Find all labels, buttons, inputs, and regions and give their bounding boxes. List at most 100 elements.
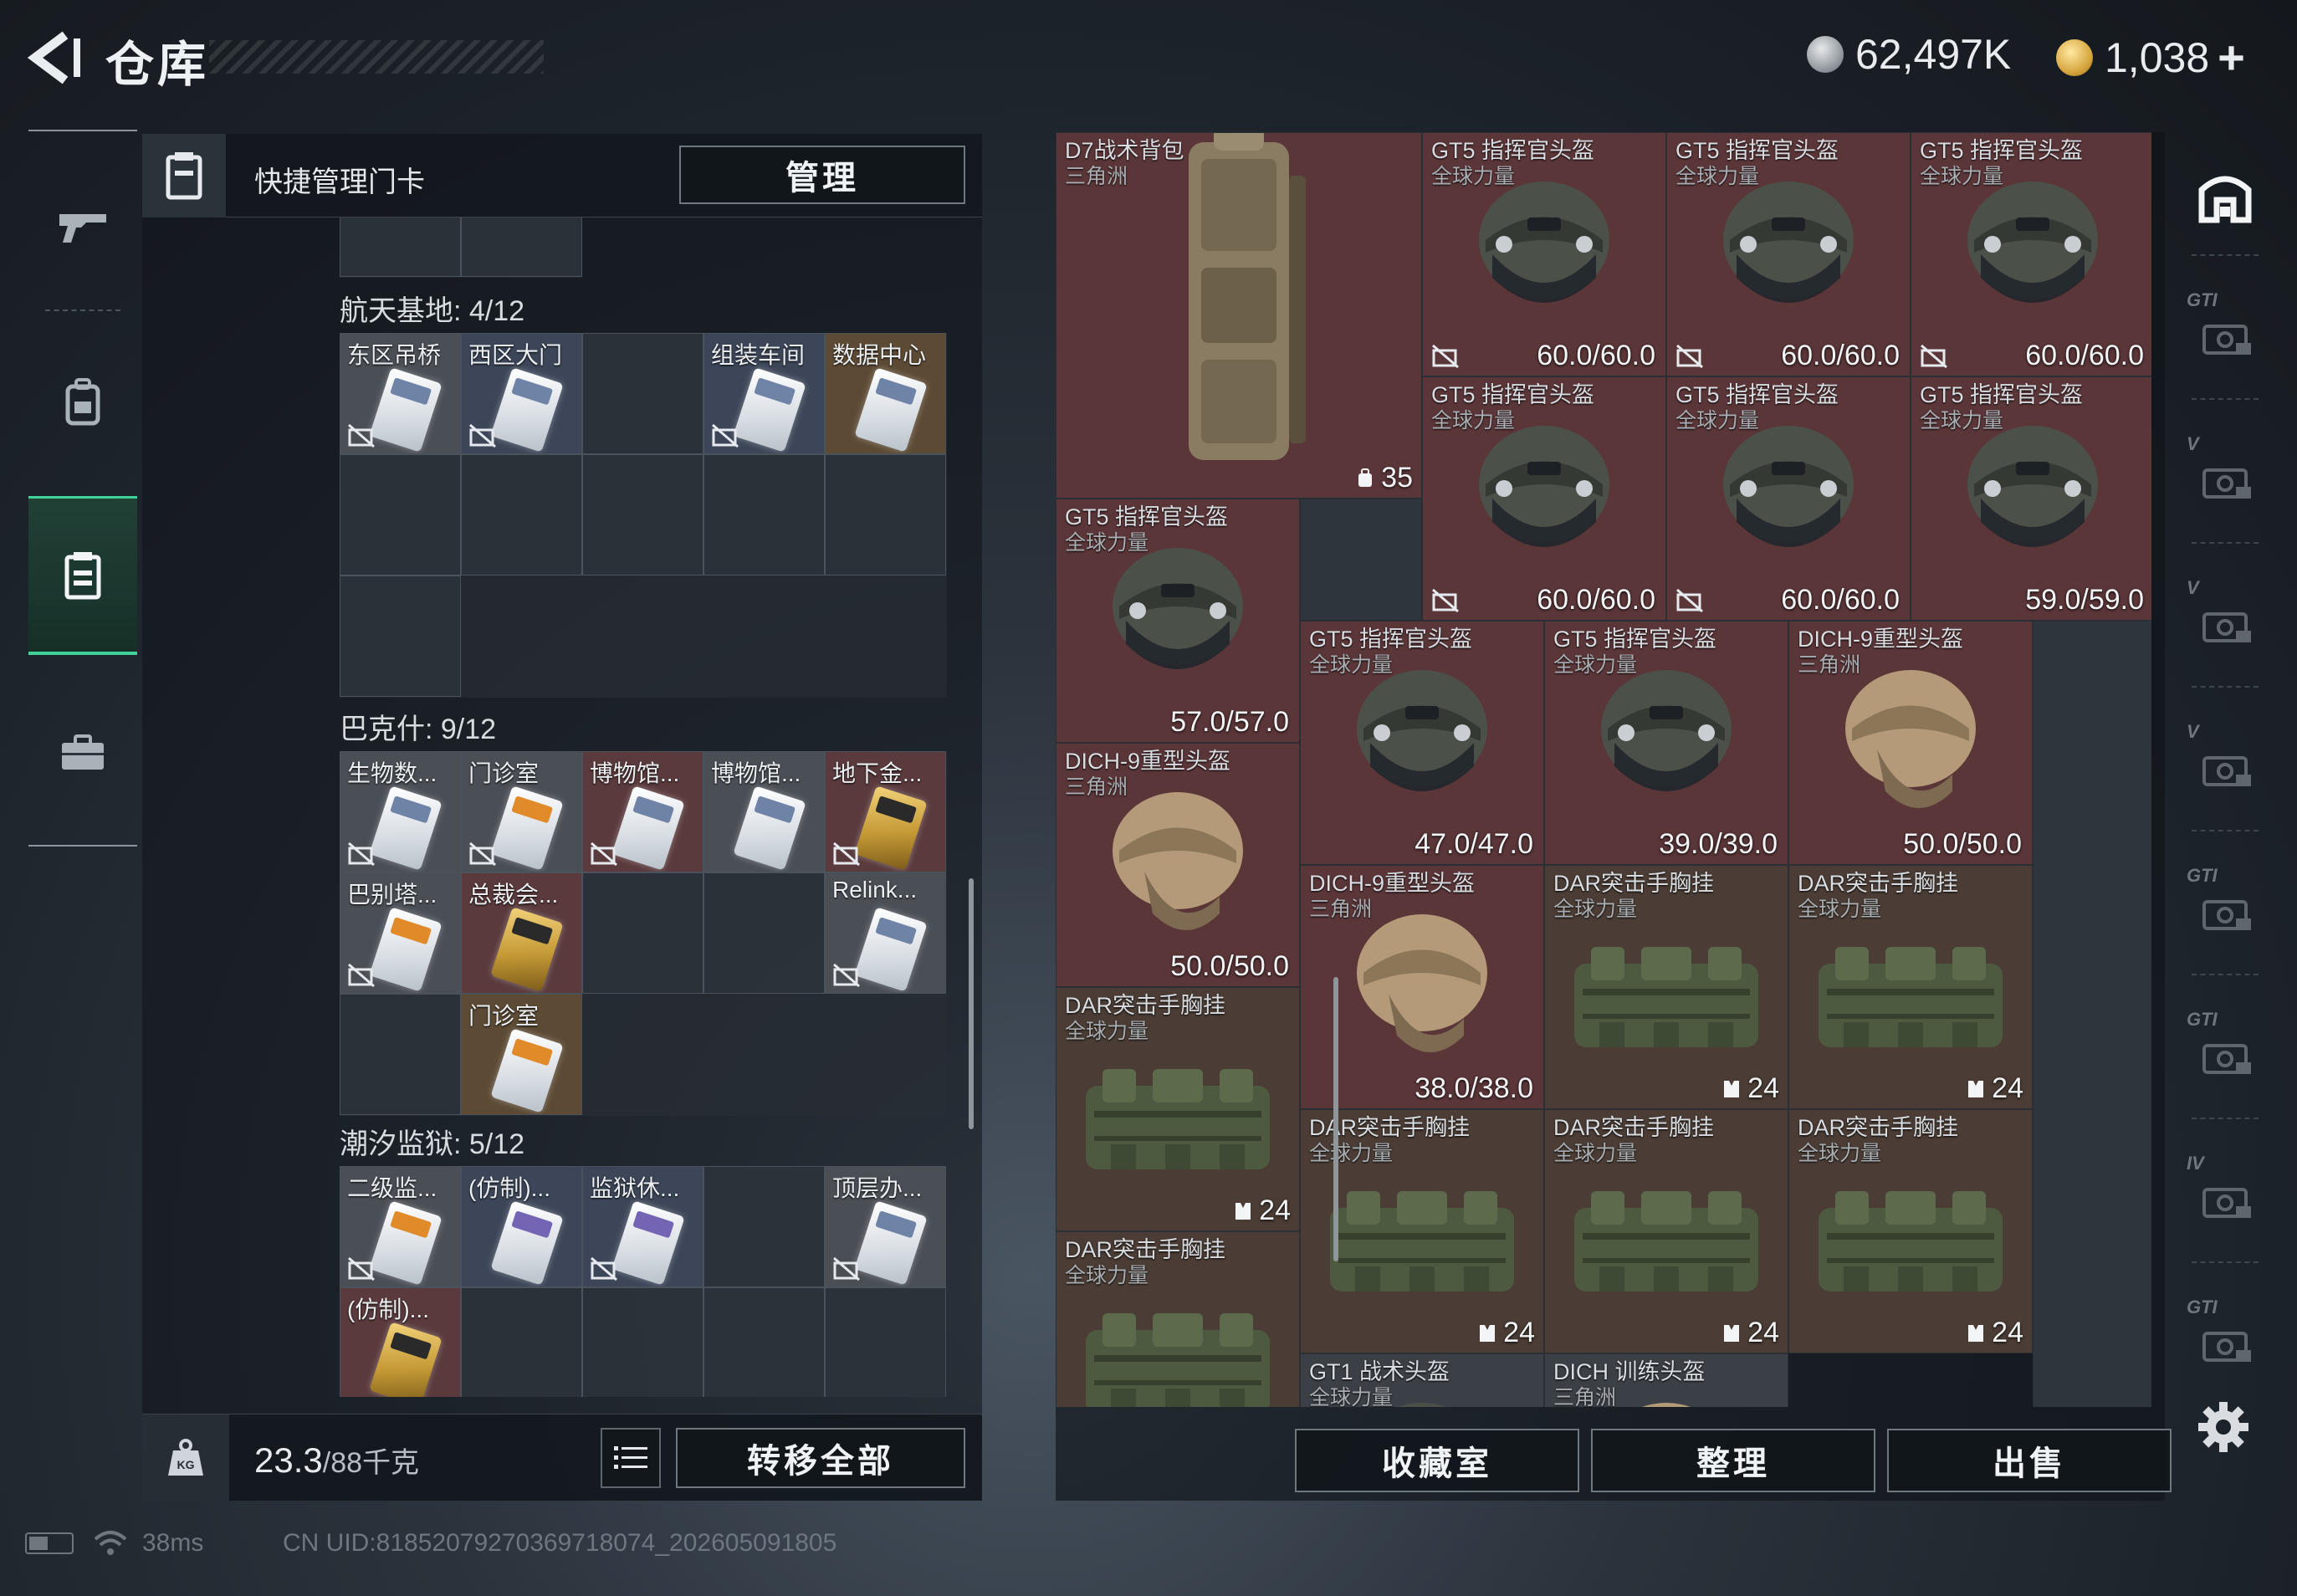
keycard-slot[interactable]: 总裁会...	[461, 872, 582, 994]
item-name: GT5 指挥官头盔 全球力量	[1431, 382, 1594, 434]
chest-rig-image	[1086, 1313, 1270, 1407]
inventory-item-vest[interactable]: DAR突击手胸挂 全球力量 24	[1544, 865, 1788, 1109]
item-name: GT5 指挥官头盔 全球力量	[1920, 382, 2083, 434]
settings-button[interactable]	[2190, 1394, 2257, 1460]
inventory-item-vest[interactable]: DAR突击手胸挂 全球力量 24	[1788, 865, 2033, 1109]
keycard-scrollbar[interactable]	[969, 878, 974, 1129]
filter-category[interactable]: IV	[2183, 1123, 2267, 1248]
weight-readout: 23.3/88千克	[254, 1440, 419, 1481]
inventory-item-helmet[interactable]: GT1 战术头盔 全球力量	[1300, 1353, 1544, 1407]
keycard-slot[interactable]: 西区大门	[461, 333, 582, 454]
item-name: GT5 指挥官头盔 全球力量	[1553, 627, 1716, 678]
filter-tier-label: GTI	[2187, 1009, 2218, 1030]
filter-tier-label: IV	[2187, 1153, 2204, 1174]
keycard-slot-empty	[703, 1166, 825, 1287]
keycard-slot[interactable]: 门诊室	[461, 751, 582, 872]
manage-button[interactable]: 管理	[679, 146, 965, 204]
item-capacity: 24	[1967, 1317, 2023, 1349]
transfer-all-button[interactable]: 转移全部	[676, 1428, 965, 1488]
keycard-slot[interactable]: 数据中心	[825, 333, 946, 454]
filter-all-warehouse[interactable]	[2183, 134, 2267, 259]
item-name: D7战术背包 三角洲	[1065, 138, 1184, 190]
keycard-slot[interactable]: 巴别塔...	[340, 872, 461, 994]
filter-category[interactable]: GTI	[2183, 835, 2267, 960]
inventory-item-helmet-tan[interactable]: DICH-9重型头盔 三角洲 50.0/50.0	[1056, 743, 1300, 987]
item-title: DICH-9重型头盔	[1798, 627, 1964, 652]
keycard-label: 巴别塔...	[347, 882, 437, 908]
keycard-slot[interactable]: 博物馆...	[703, 751, 825, 872]
nav-keycards[interactable]	[28, 496, 137, 655]
item-capacity: 24	[1234, 1194, 1291, 1227]
collection-room-button[interactable]: 收藏室	[1295, 1429, 1579, 1492]
nav-bottom-line	[28, 845, 137, 847]
no-lock-icon	[348, 1256, 375, 1281]
no-lock-icon	[833, 1256, 860, 1281]
inventory-grid[interactable]: D7战术背包 三角洲 35 GT5 指挥官头盔 全球力量 60.0/60.0 GT5 指挥官…	[1056, 132, 2151, 1407]
inventory-item-vest[interactable]: DAR突击手胸挂 全球力量 24	[1056, 987, 1300, 1231]
inventory-item-vest[interactable]: DAR突击手胸挂 全球力量 24	[1544, 1109, 1788, 1353]
inventory-item-backpack[interactable]: D7战术背包 三角洲 35	[1056, 132, 1422, 499]
sell-button[interactable]: 出售	[1887, 1429, 2172, 1492]
inventory-item-helmet[interactable]: GT5 指挥官头盔 全球力量 47.0/47.0	[1300, 621, 1544, 865]
item-name: GT5 指挥官头盔 全球力量	[1675, 138, 1839, 190]
filter-category[interactable]: V	[2183, 547, 2267, 673]
inventory-item-helmet[interactable]: GT5 指挥官头盔 全球力量 39.0/39.0	[1544, 621, 1788, 865]
vest-capacity-icon	[1968, 1080, 1984, 1097]
inventory-item-helmet[interactable]: GT5 指挥官头盔 全球力量 60.0/60.0	[1911, 132, 2151, 376]
no-lock-icon	[1676, 588, 1703, 613]
add-currency-button[interactable]: +	[2218, 30, 2245, 84]
keycard-scroll-area[interactable]: 航天基地: 4/12 东区吊桥 西区大门 组装车间 数据中心 巴克什: 9/12 生物…	[142, 217, 982, 1397]
item-durability: 60.0/60.0	[1537, 340, 1655, 371]
item-name: GT1 战术头盔 全球力量	[1309, 1359, 1450, 1407]
keycard-slot[interactable]: (仿制)...	[461, 1166, 582, 1287]
filter-divider	[2192, 1261, 2259, 1263]
inventory-item-helmet-tan[interactable]: DICH 训练头盔 三角洲	[1544, 1353, 1788, 1407]
gold-amount: 1,038	[2105, 33, 2210, 81]
inventory-item-helmet-tan[interactable]: DICH-9重型头盔 三角洲 50.0/50.0	[1788, 621, 2033, 865]
keycard-slot[interactable]: 地下金...	[825, 751, 946, 872]
keycard-slot-empty	[582, 872, 703, 994]
keycard-slot[interactable]: 博物馆...	[582, 751, 703, 872]
filter-category[interactable]: GTI	[2183, 1266, 2267, 1392]
inventory-item-helmet[interactable]: GT5 指挥官头盔 全球力量 59.0/59.0	[1911, 376, 2151, 621]
filter-category[interactable]: GTI	[2183, 259, 2267, 385]
nav-briefcase[interactable]	[28, 673, 137, 832]
filter-divider	[2192, 254, 2259, 256]
filter-category[interactable]: V	[2183, 403, 2267, 529]
keycard-slot[interactable]: 东区吊桥	[340, 333, 461, 454]
keycard-slot[interactable]: Relink...	[825, 872, 946, 994]
left-nav	[28, 130, 137, 849]
inventory-item-vest[interactable]: DAR突击手胸挂 全球力量	[1056, 1231, 1300, 1407]
keycard-slot[interactable]: 二级监...	[340, 1166, 461, 1287]
keycard-slot-empty	[340, 454, 461, 575]
inventory-item-helmet[interactable]: GT5 指挥官头盔 全球力量 60.0/60.0	[1666, 132, 1911, 376]
back-button[interactable]	[23, 28, 90, 87]
item-faction: 全球力量	[1065, 1020, 1149, 1043]
keycard-image	[611, 785, 685, 871]
inventory-item-helmet[interactable]: GT5 指挥官头盔 全球力量 60.0/60.0	[1422, 376, 1666, 621]
keycard-slot[interactable]: 生物数...	[340, 751, 461, 872]
sort-button[interactable]: 整理	[1591, 1429, 1875, 1492]
nav-weapons[interactable]	[28, 146, 137, 305]
inventory-item-vest[interactable]: DAR突击手胸挂 全球力量 24	[1788, 1109, 2033, 1353]
filter-category[interactable]: V	[2183, 691, 2267, 816]
inventory-item-helmet[interactable]: GT5 指挥官头盔 全球力量 60.0/60.0	[1422, 132, 1666, 376]
filter-category[interactable]: GTI	[2183, 979, 2267, 1104]
ping-text: 38ms	[142, 1529, 204, 1557]
nav-backpack[interactable]	[28, 322, 137, 481]
item-title: DICH-9重型头盔	[1065, 749, 1231, 774]
inventory-scrollbar[interactable]	[1333, 977, 1338, 1261]
keycard-slot[interactable]: 组装车间	[703, 333, 825, 454]
list-view-button[interactable]	[601, 1428, 661, 1488]
keycard-slot-empty	[340, 217, 461, 277]
keycard-slot[interactable]: 监狱休...	[582, 1166, 703, 1287]
keycard-image	[369, 367, 443, 453]
gold-currency[interactable]: 1,038 +	[2056, 30, 2245, 84]
status-bar: 38ms CN UID:8185207927036971807​4_202605…	[25, 1522, 1447, 1564]
keycard-slot[interactable]: 门诊室	[461, 994, 582, 1115]
keycard-slot[interactable]: (仿制)...	[340, 1287, 461, 1397]
inventory-item-helmet[interactable]: GT5 指挥官头盔 全球力量 57.0/57.0	[1056, 499, 1300, 743]
inventory-item-helmet[interactable]: GT5 指挥官头盔 全球力量 60.0/60.0	[1666, 376, 1911, 621]
keycard-slot[interactable]: 顶层办...	[825, 1166, 946, 1287]
battery-icon	[25, 1532, 74, 1554]
